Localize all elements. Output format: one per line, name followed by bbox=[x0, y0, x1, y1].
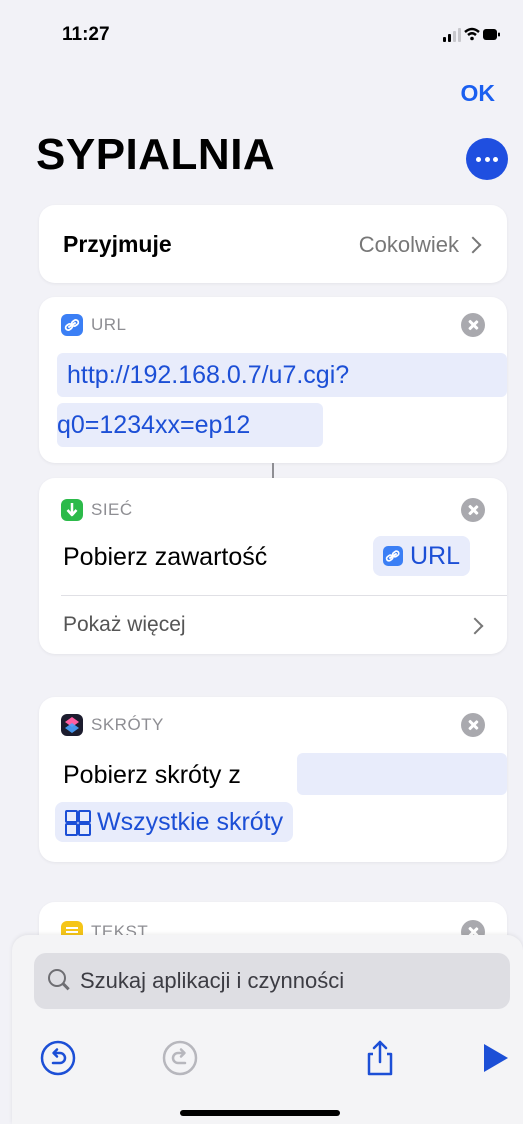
url-action-card[interactable]: URL http://192.168.0.7/u7.cgi? q0=1234xx… bbox=[39, 297, 507, 463]
network-category-label: SIEĆ bbox=[91, 500, 133, 519]
shortcuts-app-icon bbox=[61, 714, 83, 736]
url-variable-chip[interactable]: URL bbox=[373, 536, 471, 576]
shortcuts-category-label: SKRÓTY bbox=[91, 715, 164, 734]
search-icon bbox=[48, 969, 66, 987]
delete-shortcuts-action-icon[interactable] bbox=[461, 713, 485, 737]
share-icon[interactable] bbox=[360, 1038, 400, 1078]
accepts-label: Przyjmuje bbox=[63, 231, 172, 257]
grid-icon bbox=[65, 810, 91, 836]
wifi-icon bbox=[464, 27, 480, 41]
all-shortcuts-label: Wszystkie skróty bbox=[97, 807, 284, 836]
delete-url-action-icon[interactable] bbox=[461, 313, 485, 337]
download-icon bbox=[61, 499, 83, 521]
play-icon[interactable] bbox=[474, 1038, 514, 1078]
url-action-header: URL bbox=[61, 311, 127, 339]
search-input[interactable]: Szukaj aplikacji i czynności bbox=[80, 968, 344, 994]
ok-button[interactable]: OK bbox=[461, 80, 496, 107]
link-icon bbox=[61, 314, 83, 336]
network-action-header: SIEĆ bbox=[61, 496, 133, 524]
shortcuts-action-card[interactable]: SKRÓTY Pobierz skróty z Wszystkie skróty bbox=[39, 697, 507, 862]
chevron-right-icon bbox=[466, 617, 484, 635]
signal-icon bbox=[443, 28, 461, 42]
shortcuts-action-header: SKRÓTY bbox=[61, 711, 164, 739]
battery-icon bbox=[483, 29, 500, 40]
all-shortcuts-chip[interactable]: Wszystkie skróty bbox=[55, 802, 294, 842]
status-bar: 11:27 bbox=[0, 0, 523, 70]
network-action-label: Pobierz zawartość bbox=[63, 543, 268, 571]
redo-icon[interactable] bbox=[160, 1038, 200, 1078]
undo-icon[interactable] bbox=[38, 1038, 78, 1078]
actions-bottom-sheet: Szukaj aplikacji i czynności bbox=[12, 935, 523, 1124]
more-options-button[interactable] bbox=[466, 138, 508, 180]
network-action-card[interactable]: SIEĆ Pobierz zawartość URL Pokaż więcej bbox=[39, 478, 507, 654]
url-category-label: URL bbox=[91, 315, 127, 334]
link-icon bbox=[383, 546, 403, 566]
show-more-link[interactable]: Pokaż więcej bbox=[63, 613, 186, 637]
home-indicator bbox=[180, 1110, 340, 1116]
accepts-value: Cokolwiek bbox=[358, 232, 459, 257]
search-bar[interactable]: Szukaj aplikacji i czynności bbox=[34, 953, 510, 1009]
delete-network-action-icon[interactable] bbox=[461, 498, 485, 522]
accepts-row[interactable]: Przyjmuje Cokolwiek bbox=[39, 205, 507, 283]
url-value-line-2[interactable]: q0=1234xx=ep12 bbox=[57, 411, 250, 440]
ellipsis-icon bbox=[476, 157, 481, 162]
shortcuts-token-bg bbox=[297, 753, 507, 795]
divider bbox=[61, 595, 507, 596]
page-title: SYPIALNIA bbox=[36, 130, 276, 179]
status-time: 11:27 bbox=[62, 24, 110, 45]
status-icons bbox=[443, 27, 500, 42]
chevron-right-icon bbox=[464, 236, 482, 254]
shortcuts-action-label: Pobierz skróty z bbox=[63, 761, 241, 789]
url-value-line-1[interactable]: http://192.168.0.7/u7.cgi? bbox=[67, 361, 349, 390]
url-chip-label: URL bbox=[410, 541, 461, 570]
